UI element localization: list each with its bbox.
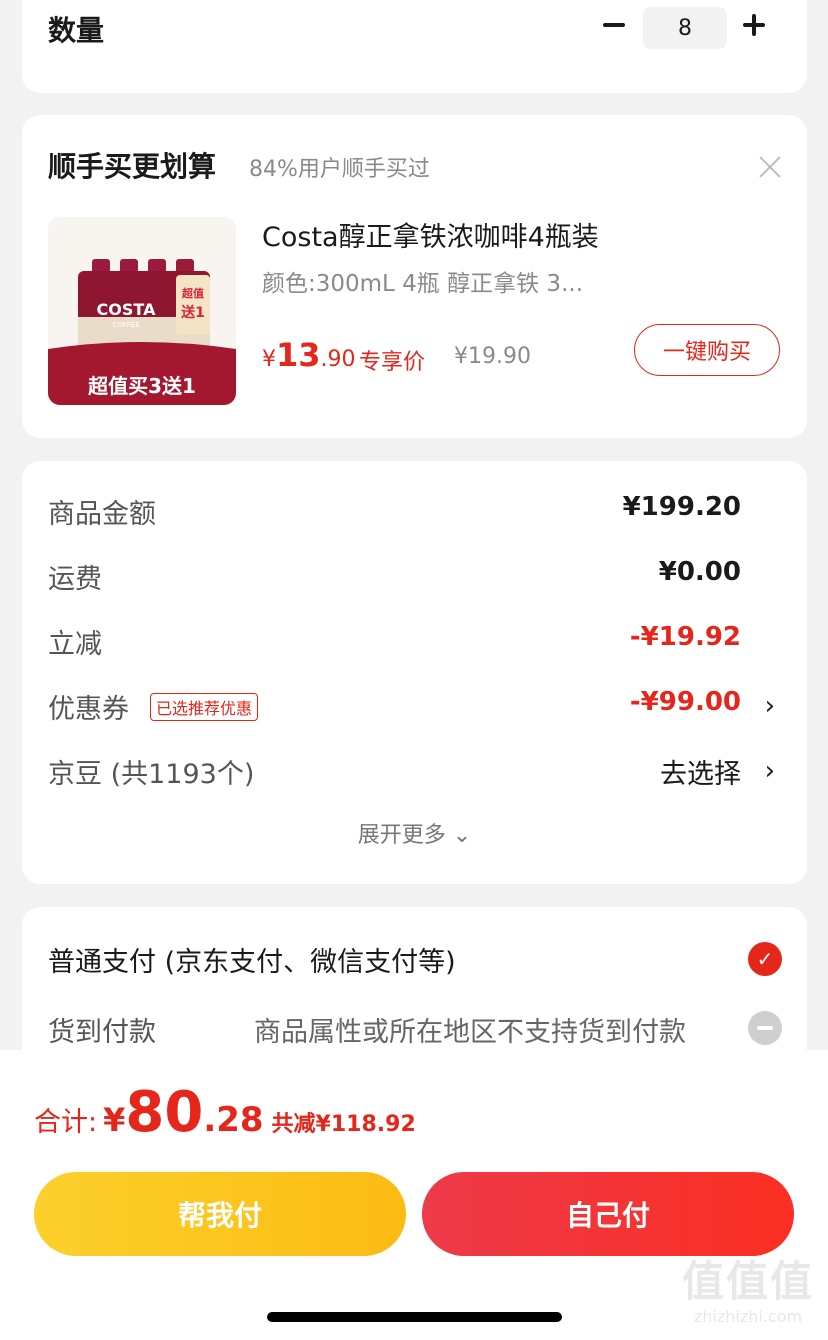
product-name[interactable]: Costa醇正拿铁浓咖啡4瓶装 [262,215,599,254]
brand-logo-text: COSTA [97,300,157,319]
product-image[interactable]: 超值 送1 COSTA COFFEE 超值买3送1 [48,217,236,405]
svg-text:超值: 超值 [181,286,204,300]
exclusive-price-label: 专享价 [359,350,426,375]
total-amount: 合计: ¥80.28 共减¥118.92 [34,1080,416,1145]
product-banner-text: 超值买3送1 [87,374,196,398]
summary-row-instant-discount: 立减 -¥19.92 [48,622,741,660]
upsell-title: 顺手买更划算 [48,150,217,183]
summary-row-shipping: 运费 ¥0.00 [48,557,741,595]
upsell-subtitle: 84%用户顺手买过 [249,157,430,182]
disabled-minus-icon [748,1011,782,1045]
expand-more-button[interactable]: 展开更多 ⌄ [22,817,807,849]
chevron-right-icon: › [764,691,775,721]
chevron-right-icon: › [764,756,775,786]
cod-unavailable-note: 商品属性或所在地区不支持货到付款 [254,1017,686,1048]
help-me-pay-button[interactable]: 帮我付 [34,1172,406,1256]
payment-option-standard[interactable]: 普通支付 (京东支付、微信支付等) [48,940,456,979]
coupon-recommended-badge: 已选推荐优惠 [150,693,259,721]
svg-text:送1: 送1 [180,304,205,321]
watermark: 值值值 zhizhizhi.com [681,1257,814,1327]
original-price: ¥19.90 [454,344,531,369]
home-indicator[interactable] [267,1312,562,1322]
product-price: ¥13.90 [262,336,356,374]
check-icon[interactable]: ✓ [748,942,782,976]
product-spec: 颜色:300mL 4瓶 醇正拿铁 3... [262,271,584,297]
summary-row-jingdou[interactable]: 京豆 (共1193个) 去选择 › [48,752,781,792]
svg-text:COFFEE: COFFEE [112,321,139,329]
increase-quantity-button[interactable] [734,5,774,45]
quantity-card: 数量 8 [22,0,807,93]
one-click-buy-button[interactable]: 一键购买 [634,324,780,376]
payment-option-cod: 货到付款 [48,1017,156,1048]
total-saved: 共减¥118.92 [271,1112,416,1137]
minus-icon [603,23,625,27]
quantity-input[interactable]: 8 [643,7,727,49]
summary-row-coupon[interactable]: 优惠券 已选推荐优惠 -¥99.00 › [48,687,781,727]
quantity-label: 数量 [48,14,105,47]
pay-myself-button[interactable]: 自己付 [422,1172,794,1256]
summary-row-goods-amount: 商品金额 ¥199.20 [48,492,741,530]
order-summary-card: 商品金额 ¥199.20 运费 ¥0.00 立减 -¥19.92 优惠券 已选推… [22,461,807,884]
decrease-quantity-button[interactable] [594,5,634,45]
upsell-card: 顺手买更划算 84%用户顺手买过 超值 送1 COSTA COFFEE 超值买3… [22,115,807,438]
close-icon[interactable] [758,155,782,179]
